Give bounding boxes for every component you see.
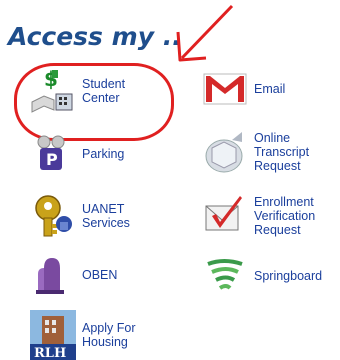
link-apply-housing[interactable]: RLH Apply For Housing — [30, 310, 136, 360]
link-email[interactable]: Email — [202, 70, 285, 108]
link-label: UANET Services — [82, 202, 130, 230]
student-center-icon: $ — [30, 68, 76, 114]
link-label: Online Transcript Request — [254, 131, 310, 173]
link-label: Email — [254, 82, 286, 96]
gmail-icon — [202, 70, 248, 108]
link-online-transcript[interactable]: Online Transcript Request — [202, 128, 309, 176]
link-label: Enrollment Verification Request — [254, 195, 316, 237]
checkmark-envelope-icon — [202, 192, 248, 240]
svg-text:P: P — [46, 150, 58, 169]
link-enrollment-verification[interactable]: Enrollment Verification Request — [202, 192, 315, 240]
transcript-icon — [202, 128, 248, 176]
link-label: Student Center — [82, 77, 126, 105]
link-label: Parking — [82, 147, 125, 161]
link-student-center[interactable]: $ Student Center — [30, 68, 125, 114]
oben-icon — [30, 254, 76, 296]
housing-badge: RLH — [34, 346, 66, 360]
key-icon — [30, 194, 76, 238]
page-title: Access my .. — [8, 22, 182, 51]
link-oben[interactable]: OBEN — [30, 254, 117, 296]
springboard-icon — [202, 256, 248, 296]
link-uanet-services[interactable]: UANET Services — [30, 194, 130, 238]
parking-icon: P — [30, 134, 76, 174]
link-parking[interactable]: P Parking — [30, 134, 124, 174]
link-label: Springboard — [254, 269, 323, 283]
housing-icon: RLH — [30, 310, 76, 360]
link-label: Apply For Housing — [82, 321, 136, 349]
link-label: OBEN — [82, 268, 118, 282]
link-springboard[interactable]: Springboard — [202, 256, 322, 296]
annotation-arrow-icon — [176, 4, 234, 62]
